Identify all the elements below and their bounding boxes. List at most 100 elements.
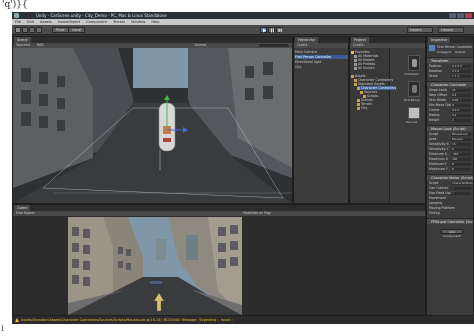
vector-field[interactable]: 0 0 0 bbox=[451, 70, 471, 73]
number-field[interactable]: 0.4 bbox=[451, 94, 471, 97]
menu-help[interactable]: Help bbox=[151, 20, 159, 24]
minimize-button[interactable] bbox=[449, 13, 456, 18]
motor-foldout[interactable]: Sliding bbox=[429, 211, 471, 216]
hierarchy-item-label: City bbox=[295, 65, 302, 69]
fps-input-header[interactable]: FPSInput Controller (Script) bbox=[427, 218, 473, 224]
step-button[interactable] bbox=[276, 27, 283, 33]
checkbox[interactable]: ✓ bbox=[451, 187, 471, 190]
scene-render bbox=[13, 48, 292, 203]
game-render bbox=[68, 217, 242, 315]
maximize-on-play-toggle[interactable]: Maximize on Play bbox=[243, 211, 271, 216]
maximize-button[interactable] bbox=[457, 13, 464, 18]
transform-header[interactable]: Transform bbox=[427, 57, 473, 63]
rotate-tool-icon[interactable] bbox=[29, 27, 35, 33]
aspect-dropdown[interactable]: Free Aspect bbox=[16, 211, 35, 215]
pivot-toggle[interactable]: Pivot bbox=[52, 27, 69, 33]
main-toolbar: Pivot Local Layers Layout bbox=[12, 25, 474, 35]
gizmos-dropdown[interactable]: Gizmos bbox=[195, 43, 207, 47]
vector-field[interactable]: 0 0 0 bbox=[451, 109, 471, 112]
caption-text: 'q')}{ bbox=[2, 0, 28, 10]
script-field[interactable]: CharacterMotor bbox=[451, 182, 473, 185]
asset-thumbnail[interactable] bbox=[408, 55, 420, 71]
local-toggle[interactable]: Local bbox=[68, 27, 86, 33]
unity-editor-window: Unity - CarScene.unity - City_Demo - PC,… bbox=[12, 12, 474, 324]
game-viewport[interactable] bbox=[68, 217, 242, 315]
hierarchy-item-label: First Person Controller bbox=[295, 55, 332, 59]
menu-window[interactable]: Window bbox=[131, 20, 145, 24]
number-field[interactable]: 0 bbox=[451, 163, 471, 166]
scene-viewport[interactable] bbox=[13, 48, 292, 203]
window-controls bbox=[449, 13, 472, 18]
game-toolbar: Free Aspect Maximize on Play bbox=[13, 211, 425, 216]
move-tool-icon[interactable] bbox=[22, 27, 28, 33]
menu-file[interactable]: File bbox=[15, 20, 21, 24]
mouse-look-header[interactable]: Mouse Look (Script) bbox=[427, 125, 473, 131]
project-create-button[interactable]: Create bbox=[353, 43, 364, 47]
step-icon bbox=[278, 28, 283, 33]
hierarchy-create-button[interactable]: Create bbox=[297, 43, 308, 47]
vector-field[interactable]: 1 1 1 bbox=[451, 75, 471, 78]
pause-icon bbox=[271, 28, 274, 33]
layout-dropdown[interactable]: Layout bbox=[438, 27, 464, 33]
tree-item[interactable]: City bbox=[357, 106, 367, 110]
asset-label: 3rd Person bbox=[404, 72, 419, 76]
project-folder-tree: Favorites All Materials All Models All P… bbox=[350, 48, 397, 203]
render-mode-dropdown[interactable]: RGB bbox=[37, 43, 44, 47]
transform-row: Scale 1 1 1 bbox=[429, 74, 471, 79]
folder-icon[interactable] bbox=[408, 107, 420, 119]
capsule-icon bbox=[412, 59, 417, 67]
window-title: Unity - CarScene.unity - City_Demo - PC,… bbox=[36, 13, 167, 18]
folder-icon bbox=[357, 106, 360, 110]
hierarchy-item-selected[interactable]: First Person Controller bbox=[295, 55, 348, 59]
menu-edit[interactable]: Edit bbox=[27, 20, 34, 24]
play-button[interactable] bbox=[260, 27, 267, 33]
menu-gameobject[interactable]: GameObject bbox=[58, 20, 80, 24]
add-component-button[interactable]: Add Component bbox=[441, 229, 463, 238]
axes-dropdown[interactable]: MouseX bbox=[451, 138, 471, 141]
character-controller-header[interactable]: Character Controller bbox=[427, 81, 473, 87]
number-field[interactable]: 360 bbox=[451, 158, 471, 161]
character-motor-header[interactable]: Character Motor (Script) bbox=[427, 174, 473, 180]
inspector-tabbar: Inspector bbox=[427, 37, 473, 43]
number-field[interactable]: 0.08 bbox=[451, 99, 471, 102]
menu-component[interactable]: Component bbox=[86, 20, 107, 24]
number-field[interactable]: 0.4 bbox=[451, 114, 471, 117]
number-field[interactable]: 0 bbox=[451, 168, 471, 171]
layers-dropdown[interactable]: Layers bbox=[407, 27, 433, 33]
hierarchy-item-label: Main Camera bbox=[295, 50, 317, 54]
scene-search-input[interactable] bbox=[259, 44, 289, 47]
scene-panel: Scene Textured RGB Gizmos bbox=[12, 36, 293, 204]
close-button[interactable] bbox=[465, 13, 472, 18]
hierarchy-item[interactable]: Main Camera bbox=[295, 50, 348, 54]
vector-field[interactable]: 0 1.5 0 bbox=[451, 65, 471, 68]
number-field[interactable]: 15 bbox=[451, 143, 471, 146]
shading-dropdown[interactable]: Textured bbox=[16, 43, 30, 47]
scale-tool-icon[interactable] bbox=[36, 27, 42, 33]
number-field[interactable]: -360 bbox=[451, 153, 471, 156]
number-field[interactable]: 45 bbox=[451, 89, 471, 92]
checkbox[interactable]: ✓ bbox=[451, 192, 471, 195]
tab-inspector[interactable]: Inspector bbox=[428, 37, 451, 43]
number-field[interactable]: 2 bbox=[451, 119, 471, 122]
ml-row: Maximum Y0 bbox=[429, 167, 471, 172]
status-message: Assets/Standard Assets/Character Control… bbox=[21, 318, 234, 322]
number-field[interactable]: 0 bbox=[451, 148, 471, 151]
console-status-bar[interactable]: Assets/Standard Assets/Character Control… bbox=[12, 316, 474, 324]
game-letterbox bbox=[242, 217, 253, 315]
warning-icon bbox=[15, 318, 19, 322]
game-panel: Game Free Aspect Maximize on Play bbox=[12, 204, 426, 316]
number-field[interactable]: 0 bbox=[451, 104, 471, 107]
menu-terrain[interactable]: Terrain bbox=[113, 20, 125, 24]
unity-logo-icon bbox=[14, 13, 19, 18]
hand-tool-icon[interactable] bbox=[15, 27, 21, 33]
asset-thumbnail[interactable] bbox=[408, 81, 420, 97]
hierarchy-item[interactable]: Directional light bbox=[295, 60, 348, 64]
asset-label: First Person bbox=[404, 98, 421, 102]
tree-item[interactable]: All Scripts bbox=[354, 66, 374, 70]
menu-assets[interactable]: Assets bbox=[40, 20, 52, 24]
layer-dropdown[interactable]: Default bbox=[455, 50, 471, 55]
hierarchy-item[interactable]: City bbox=[295, 65, 348, 69]
hierarchy-toolbar: Create bbox=[294, 43, 348, 48]
script-field[interactable]: MouseLook bbox=[451, 133, 471, 136]
pause-button[interactable] bbox=[268, 27, 275, 33]
